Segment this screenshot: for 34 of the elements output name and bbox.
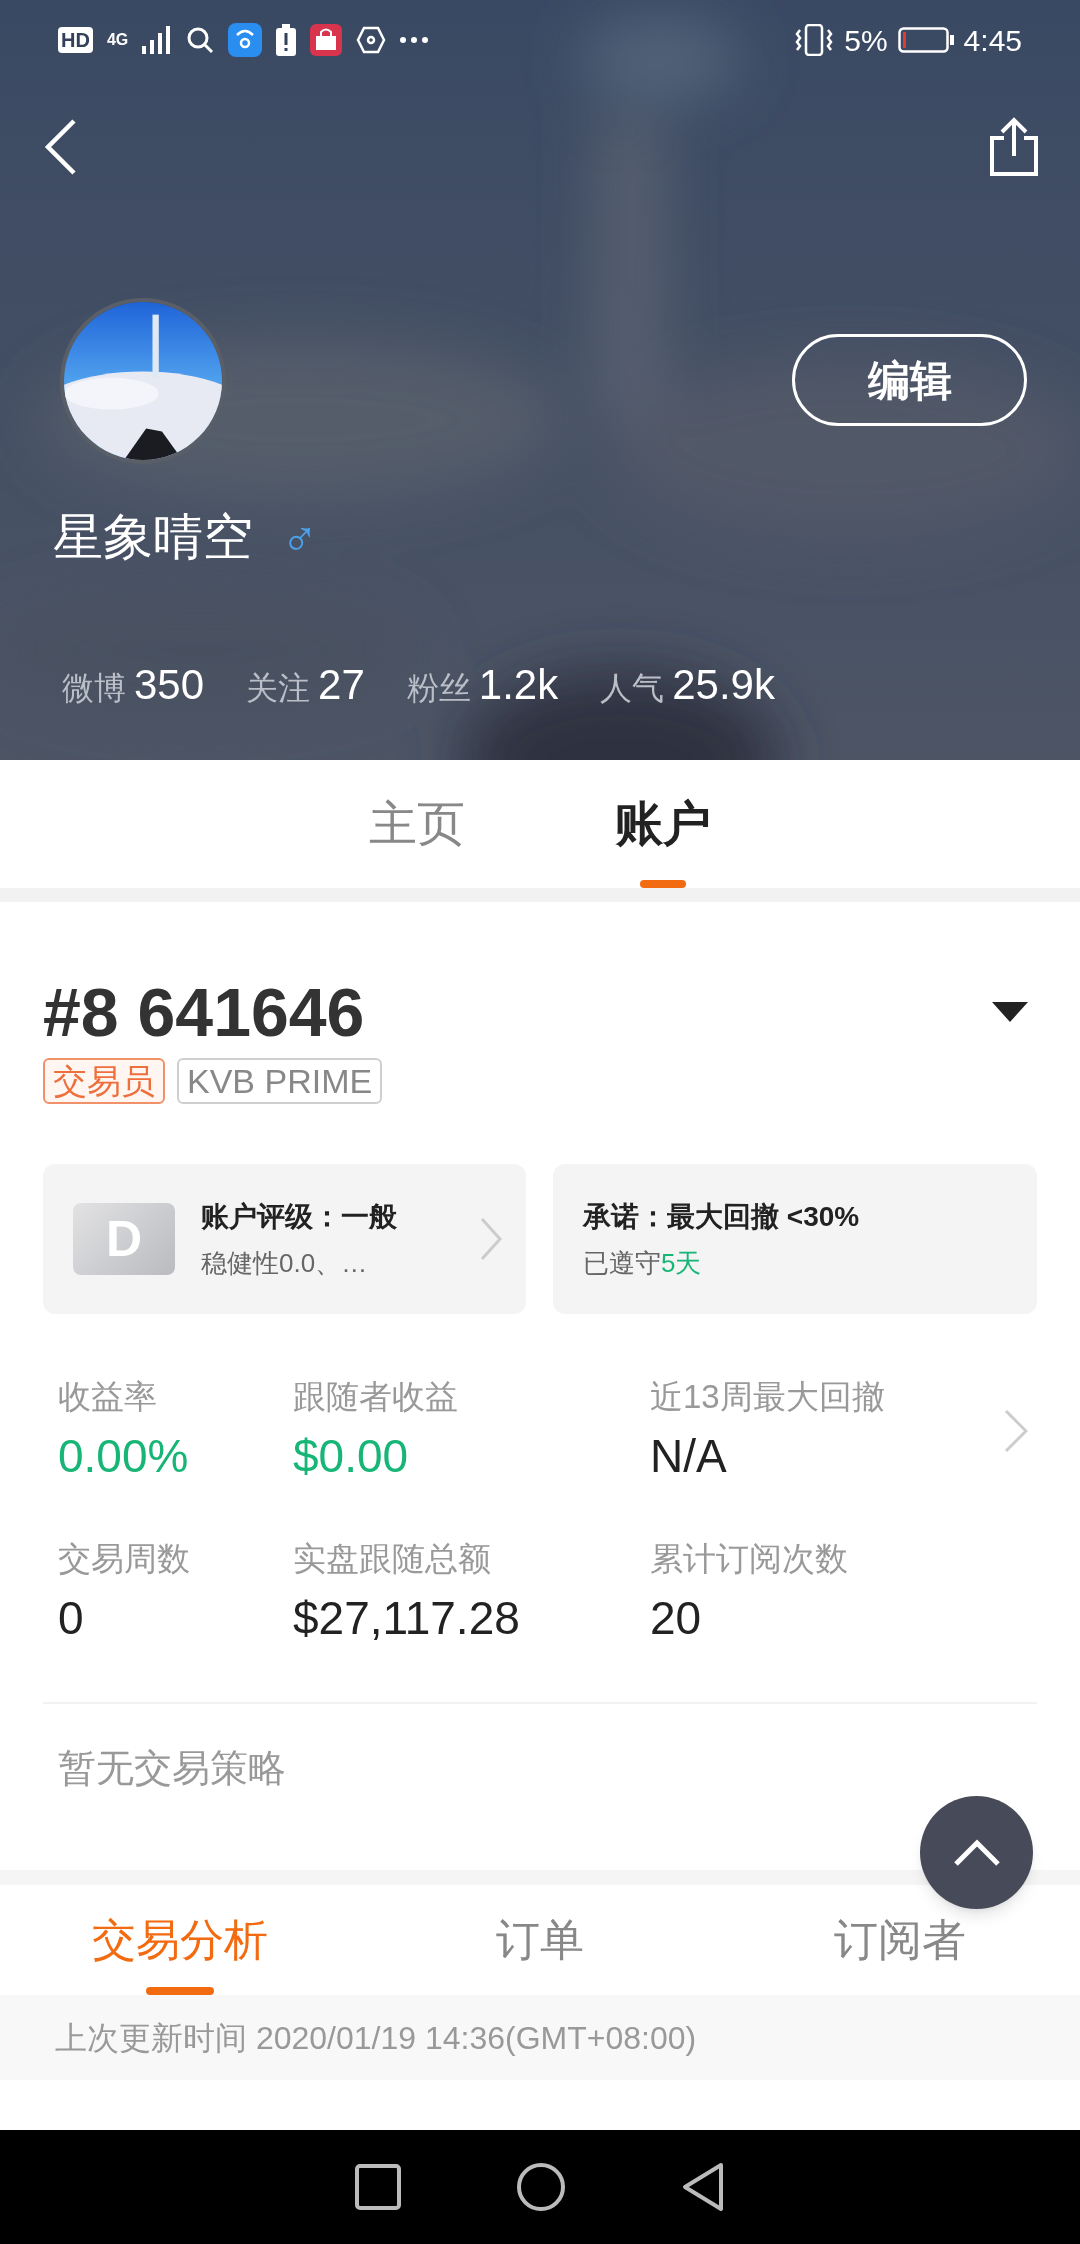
chevron-up-icon bbox=[952, 1838, 1001, 1867]
tab-indicator bbox=[640, 880, 686, 888]
metric-value: 0.00% bbox=[58, 1429, 190, 1484]
commitment-title: 承诺：最大回撤 <30% bbox=[583, 1199, 861, 1234]
metric-label: 跟随者收益 bbox=[293, 1377, 459, 1417]
rating-title: 账户评级：一般 bbox=[201, 1199, 398, 1234]
metric-label: 收益率 bbox=[58, 1377, 158, 1417]
profile-tab[interactable]: 主页 bbox=[369, 760, 465, 888]
recents-icon[interactable] bbox=[355, 2164, 401, 2210]
section-tab[interactable]: 订阅者 bbox=[720, 1885, 1080, 1995]
section-tab[interactable]: 订单 bbox=[360, 1885, 720, 1995]
metric-value: $27,117.28 bbox=[293, 1591, 521, 1646]
metric-label: 交易周数 bbox=[58, 1539, 191, 1579]
commitment-status: 已遵守 bbox=[583, 1246, 661, 1280]
profile-tab[interactable]: 账户 bbox=[615, 760, 711, 888]
metric-label: 近13周最大回撤 bbox=[650, 1377, 886, 1417]
account-number: #8 641646 bbox=[43, 973, 365, 1052]
metric-value: 20 bbox=[650, 1591, 703, 1646]
metric-value: $0.00 bbox=[293, 1429, 410, 1484]
account-tag: 交易员 bbox=[43, 1058, 165, 1104]
chevron-right-icon bbox=[480, 1217, 502, 1261]
dropdown-icon[interactable] bbox=[992, 1002, 1028, 1022]
metric-label: 实盘跟随总额 bbox=[293, 1539, 492, 1579]
metric-value: 0 bbox=[58, 1591, 85, 1646]
strategy-note: 暂无交易策略 bbox=[57, 1746, 287, 1791]
home-icon[interactable] bbox=[516, 2162, 566, 2212]
tab-indicator bbox=[146, 1987, 214, 1995]
rating-subtitle: 稳健性0.0、… bbox=[201, 1246, 369, 1280]
metric-label: 累计订阅次数 bbox=[650, 1539, 849, 1579]
update-time: 上次更新时间 2020/01/19 14:36(GMT+08:00) bbox=[55, 2018, 697, 2058]
back-nav-icon[interactable] bbox=[681, 2162, 725, 2212]
metric-value: N/A bbox=[650, 1429, 728, 1484]
commitment-days: 5天 bbox=[661, 1243, 702, 1283]
account-tag: KVB PRIME bbox=[177, 1058, 383, 1104]
